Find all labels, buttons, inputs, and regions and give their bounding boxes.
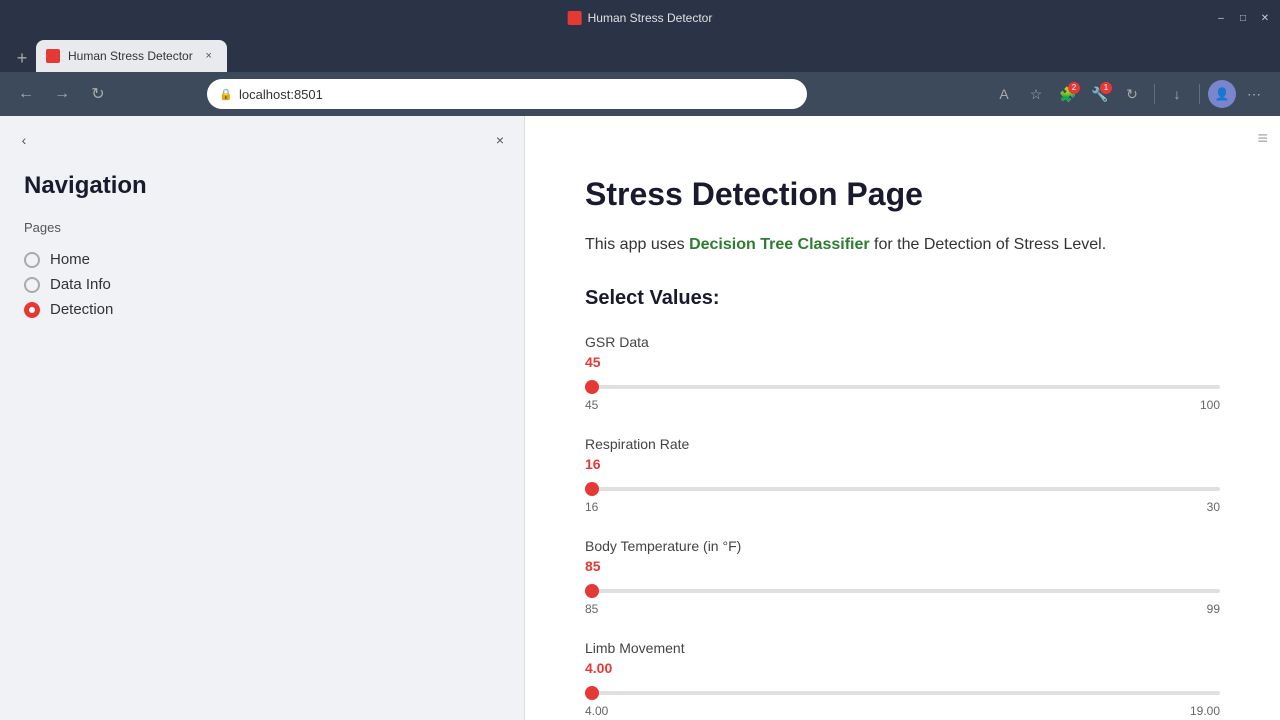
nav-item-data-info[interactable]: Data Info bbox=[24, 272, 500, 297]
title-center: Human Stress Detector bbox=[568, 11, 713, 25]
slider-temp-value: 85 bbox=[585, 558, 1220, 574]
slider-resp-value: 16 bbox=[585, 456, 1220, 472]
slider-resp-max: 30 bbox=[1207, 500, 1220, 514]
sidebar-content: Navigation Pages Home Data Info Detectio… bbox=[0, 116, 524, 346]
address-bar: ← → ↻ 🔒 localhost:8501 A ☆ 🧩 2 🔧 1 ↻ bbox=[0, 72, 1280, 116]
page-title: Stress Detection Page bbox=[585, 176, 1220, 213]
browser-content: ‹ × Navigation Pages Home Data Info bbox=[0, 116, 1280, 720]
forward-button[interactable]: → bbox=[48, 80, 76, 108]
refresh-button[interactable]: ↻ bbox=[84, 80, 112, 108]
page-subtitle: This app uses Decision Tree Classifier f… bbox=[585, 233, 1220, 257]
slider-resp-range: 16 30 bbox=[585, 500, 1220, 514]
slider-gsr-min: 45 bbox=[585, 398, 598, 412]
close-button[interactable]: ✕ bbox=[1258, 11, 1272, 25]
menu-icon: ⋯ bbox=[1247, 86, 1261, 103]
slider-respiration: Respiration Rate 16 16 30 bbox=[585, 436, 1220, 514]
toolbar-separator2 bbox=[1199, 84, 1200, 104]
slider-temp-max: 99 bbox=[1207, 602, 1220, 616]
avatar-icon: 👤 bbox=[1215, 87, 1230, 101]
window-controls[interactable]: – □ ✕ bbox=[1214, 11, 1272, 25]
refresh2-button[interactable]: ↻ bbox=[1118, 80, 1146, 108]
tab-close-button[interactable]: × bbox=[201, 48, 217, 64]
slider-resp-label: Respiration Rate bbox=[585, 436, 1220, 452]
maximize-button[interactable]: □ bbox=[1236, 11, 1250, 25]
slider-limb: Limb Movement 4.00 4.00 19.00 bbox=[585, 640, 1220, 718]
sidebar-panel: ‹ × Navigation Pages Home Data Info bbox=[0, 116, 525, 720]
toolbar-right: A ☆ 🧩 2 🔧 1 ↻ ↓ 👤 bbox=[990, 80, 1268, 108]
toolbar-separator bbox=[1154, 84, 1155, 104]
window-title: Human Stress Detector bbox=[588, 11, 713, 25]
new-tab-icon[interactable]: + bbox=[8, 44, 36, 72]
download-icon: ↓ bbox=[1173, 86, 1180, 102]
slider-temp-range: 85 99 bbox=[585, 602, 1220, 616]
slider-limb-range: 4.00 19.00 bbox=[585, 704, 1220, 718]
subtitle-before: This app uses bbox=[585, 236, 689, 253]
subtitle-highlight: Decision Tree Classifier bbox=[689, 236, 870, 253]
translate-icon: A bbox=[999, 86, 1008, 102]
radio-data-info[interactable] bbox=[24, 277, 40, 293]
star-button[interactable]: ☆ bbox=[1022, 80, 1050, 108]
translate-button[interactable]: A bbox=[990, 80, 1018, 108]
slider-limb-max: 19.00 bbox=[1190, 704, 1220, 718]
slider-gsr-value: 45 bbox=[585, 354, 1220, 370]
panel-close-button[interactable]: × bbox=[488, 128, 512, 152]
slider-resp-input[interactable] bbox=[585, 487, 1220, 491]
slider-limb-min: 4.00 bbox=[585, 704, 608, 718]
favicon-icon bbox=[568, 11, 582, 25]
star-icon: ☆ bbox=[1030, 86, 1043, 103]
slider-gsr-input[interactable] bbox=[585, 385, 1220, 389]
radio-inner bbox=[29, 307, 35, 313]
main-menu-button[interactable]: ≡ bbox=[1257, 128, 1268, 149]
main-page: ≡ Stress Detection Page This app uses De… bbox=[525, 116, 1280, 720]
radio-detection[interactable] bbox=[24, 302, 40, 318]
url-text: localhost:8501 bbox=[239, 87, 323, 102]
pages-label: Pages bbox=[24, 220, 500, 235]
nav-item-detection[interactable]: Detection bbox=[24, 297, 500, 322]
slider-temp-input[interactable] bbox=[585, 589, 1220, 593]
subtitle-after: for the Detection of Stress Level. bbox=[870, 236, 1107, 253]
tab-title: Human Stress Detector bbox=[68, 49, 193, 63]
lock-icon: 🔒 bbox=[219, 88, 233, 101]
slider-temp-label: Body Temperature (in °F) bbox=[585, 538, 1220, 554]
extensions-badge: 2 bbox=[1068, 82, 1080, 94]
slider-temperature: Body Temperature (in °F) 85 85 99 bbox=[585, 538, 1220, 616]
minimize-button[interactable]: – bbox=[1214, 11, 1228, 25]
nav-label-data-info: Data Info bbox=[50, 276, 111, 293]
menu-button[interactable]: ⋯ bbox=[1240, 80, 1268, 108]
slider-limb-input[interactable] bbox=[585, 691, 1220, 695]
slider-resp-min: 16 bbox=[585, 500, 598, 514]
tab-favicon bbox=[46, 49, 60, 63]
extensions-button[interactable]: 🧩 2 bbox=[1054, 80, 1082, 108]
extensions2-badge: 1 bbox=[1100, 82, 1112, 94]
radio-home[interactable] bbox=[24, 252, 40, 268]
panel-collapse-button[interactable]: ‹ bbox=[12, 128, 36, 152]
nav-title: Navigation bbox=[24, 172, 500, 200]
nav-item-home[interactable]: Home bbox=[24, 247, 500, 272]
nav-label-home: Home bbox=[50, 251, 90, 268]
select-values-title: Select Values: bbox=[585, 287, 1220, 310]
slider-limb-value: 4.00 bbox=[585, 660, 1220, 676]
slider-gsr: GSR Data 45 45 100 bbox=[585, 334, 1220, 412]
nav-label-detection: Detection bbox=[50, 301, 113, 318]
slider-limb-label: Limb Movement bbox=[585, 640, 1220, 656]
refresh2-icon: ↻ bbox=[1126, 86, 1138, 103]
slider-gsr-max: 100 bbox=[1200, 398, 1220, 412]
download-button[interactable]: ↓ bbox=[1163, 80, 1191, 108]
profile-button[interactable]: 👤 bbox=[1208, 80, 1236, 108]
address-input[interactable]: 🔒 localhost:8501 bbox=[207, 79, 807, 109]
slider-temp-min: 85 bbox=[585, 602, 598, 616]
back-button[interactable]: ← bbox=[12, 80, 40, 108]
slider-gsr-range: 45 100 bbox=[585, 398, 1220, 412]
active-tab[interactable]: Human Stress Detector × bbox=[36, 40, 227, 72]
extensions2-button[interactable]: 🔧 1 bbox=[1086, 80, 1114, 108]
tab-bar: + Human Stress Detector × bbox=[0, 36, 1280, 72]
slider-gsr-label: GSR Data bbox=[585, 334, 1220, 350]
title-bar: Human Stress Detector – □ ✕ bbox=[0, 0, 1280, 36]
